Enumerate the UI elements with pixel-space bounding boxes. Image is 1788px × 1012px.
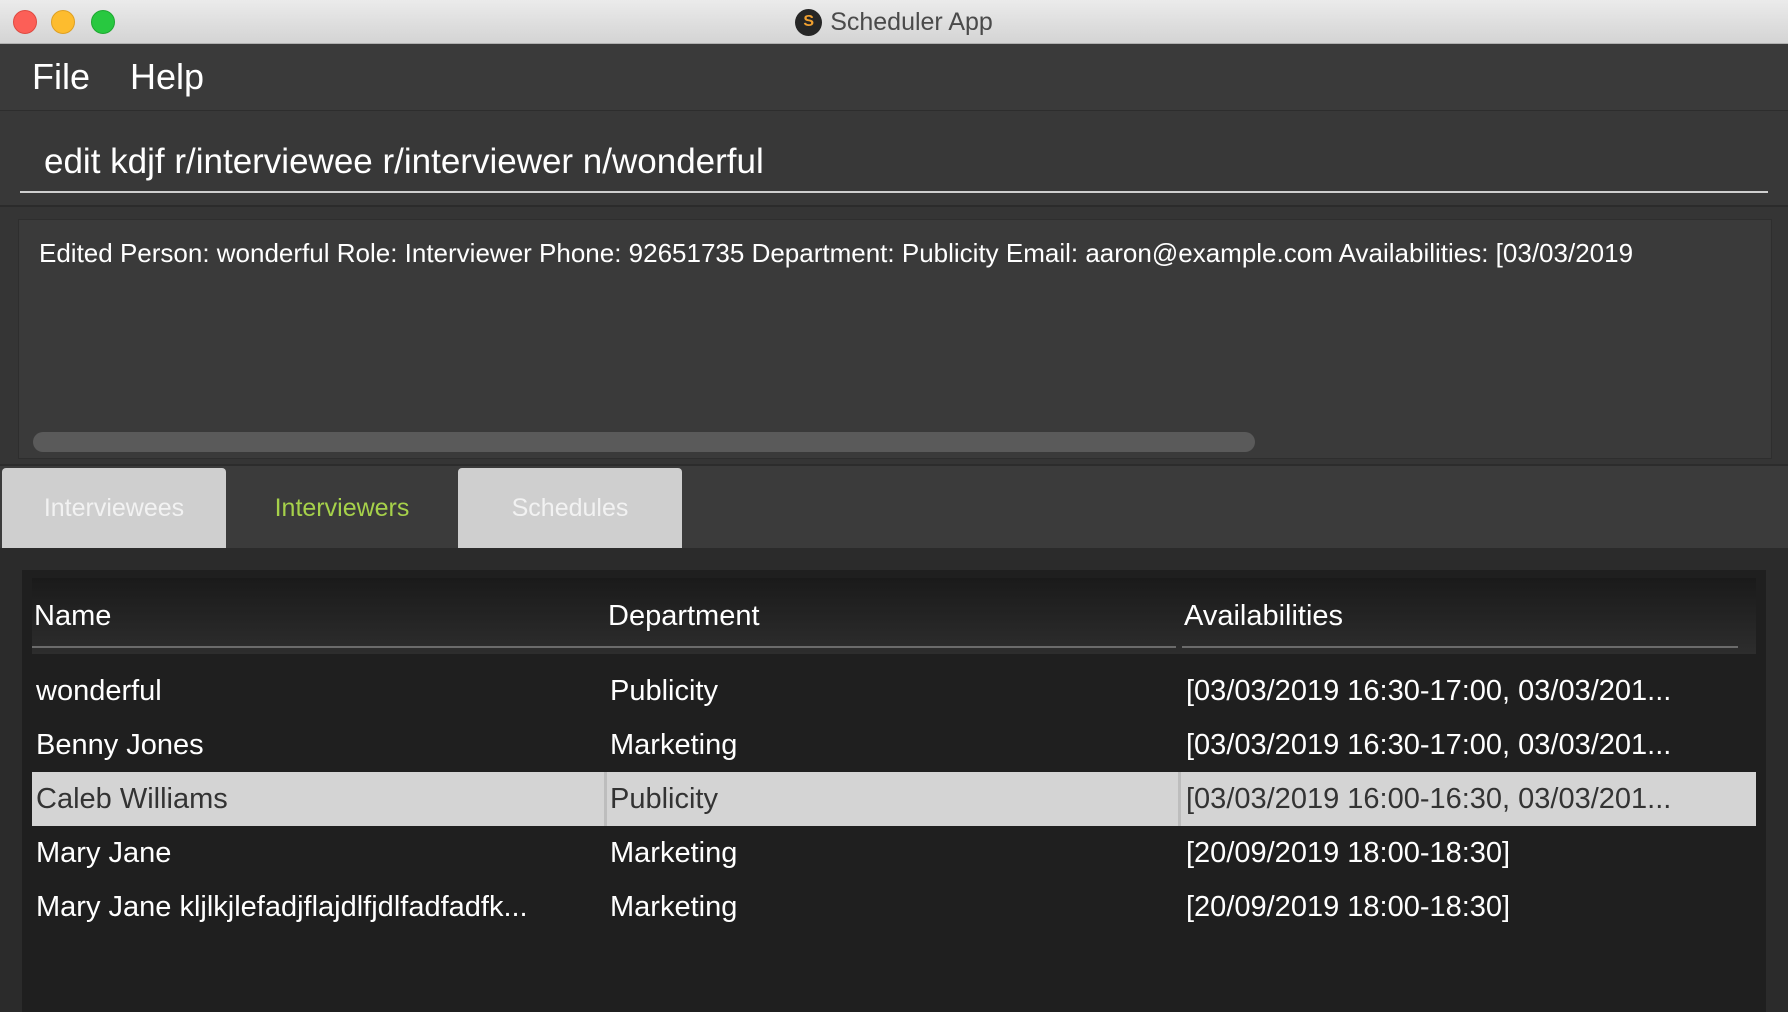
column-header-name[interactable]: Name <box>34 578 111 654</box>
column-header-availabilities[interactable]: Availabilities <box>1184 578 1343 654</box>
table-panel: Name Department Availabilities wonderful… <box>0 548 1788 1012</box>
cell-name: Mary Jane <box>36 836 172 869</box>
table-row[interactable]: wonderful Publicity [03/03/2019 16:30-17… <box>32 664 1756 718</box>
cell-department: Marketing <box>610 836 738 869</box>
tab-interviewers[interactable]: Interviewers <box>226 468 458 548</box>
command-box <box>0 111 1788 207</box>
result-display[interactable]: Edited Person: wonderful Role: Interview… <box>18 219 1772 459</box>
table-row[interactable]: Benny Jones Marketing [03/03/2019 16:30-… <box>32 718 1756 772</box>
table-row-selected[interactable]: Caleb Williams Publicity [03/03/2019 16:… <box>32 772 1756 826</box>
window-title: Scheduler App <box>830 7 993 36</box>
interviewers-table[interactable]: Name Department Availabilities wonderful… <box>22 570 1766 1012</box>
cell-name: wonderful <box>36 674 162 707</box>
cell-availabilities: [03/03/2019 16:30-17:00, 03/03/201... <box>1186 728 1672 761</box>
menu-file[interactable]: File <box>32 56 90 98</box>
app-icon: S <box>795 8 823 36</box>
window-titlebar: S Scheduler App <box>0 0 1788 44</box>
cell-department: Publicity <box>610 782 718 815</box>
table-row[interactable]: Mary Jane kljlkjlefadjflajdlfjdlfadfadfk… <box>32 880 1756 934</box>
header-divider <box>32 646 606 648</box>
cell-name: Benny Jones <box>36 728 204 761</box>
cell-availabilities: [20/09/2019 18:00-18:30] <box>1186 890 1511 923</box>
header-divider <box>606 646 1176 648</box>
menu-help[interactable]: Help <box>130 56 204 98</box>
menu-bar: File Help <box>0 44 1788 111</box>
window-title-group: S Scheduler App <box>0 0 1788 44</box>
horizontal-scrollbar[interactable] <box>33 432 1255 452</box>
header-divider <box>1182 646 1738 648</box>
table-row[interactable]: Mary Jane Marketing [20/09/2019 18:00-18… <box>32 826 1756 880</box>
cell-name: Mary Jane kljlkjlefadjflajdlfjdlfadfadfk… <box>36 890 528 923</box>
command-input[interactable] <box>20 133 1768 193</box>
column-header-department[interactable]: Department <box>608 578 760 654</box>
tab-schedules[interactable]: Schedules <box>458 468 682 548</box>
table-header: Name Department Availabilities <box>32 578 1756 654</box>
cell-divider <box>1178 772 1181 826</box>
cell-department: Publicity <box>610 674 718 707</box>
result-text: Edited Person: wonderful Role: Interview… <box>39 238 1634 268</box>
cell-availabilities: [03/03/2019 16:30-17:00, 03/03/201... <box>1186 674 1672 707</box>
cell-department: Marketing <box>610 728 738 761</box>
cell-divider <box>604 772 607 826</box>
tab-interviewees[interactable]: Interviewees <box>2 468 226 548</box>
cell-availabilities: [20/09/2019 18:00-18:30] <box>1186 836 1511 869</box>
cell-department: Marketing <box>610 890 738 923</box>
cell-name: Caleb Williams <box>36 782 228 815</box>
cell-availabilities: [03/03/2019 16:00-16:30, 03/03/201... <box>1186 782 1672 815</box>
result-display-panel: Edited Person: wonderful Role: Interview… <box>0 207 1788 464</box>
